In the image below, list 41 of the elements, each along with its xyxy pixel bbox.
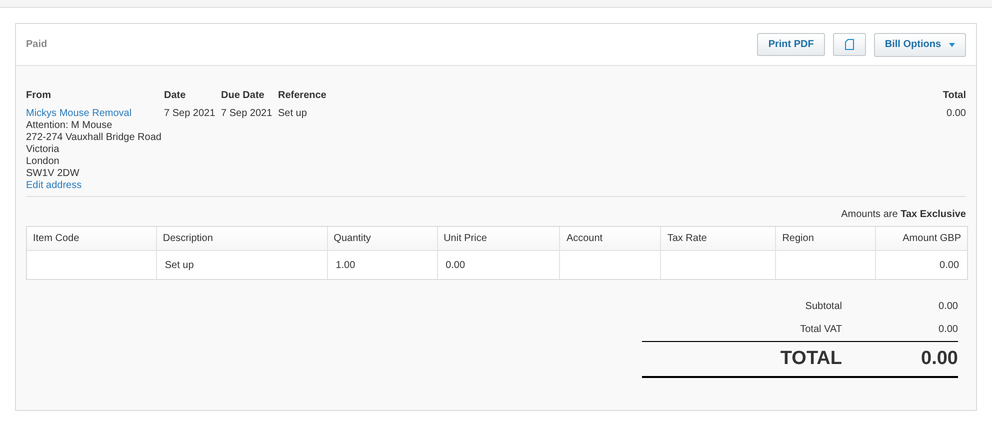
total-vat-value: 0.00 [938, 323, 958, 337]
address-line: Attention: M Mouse [26, 120, 114, 132]
date-value: 7 Sep 2021 [164, 108, 216, 120]
column-header: Description [156, 227, 328, 250]
subtotal-value: 0.00 [938, 300, 958, 314]
column-header: Tax Rate [661, 227, 776, 250]
from-label: From [26, 90, 52, 102]
tax-note: Amounts are Tax Exclusive [841, 208, 966, 222]
print-pdf-button[interactable]: Print PDF [757, 33, 825, 56]
column-header: Amount GBP [902, 232, 962, 246]
bill-options-button[interactable]: Bill Options [874, 32, 966, 56]
address-line: 272-274 Vauxhall Bridge Road [26, 132, 162, 144]
column-header: Account [560, 227, 662, 250]
column-header: Item Code [27, 227, 157, 250]
due-date-value: 7 Sep 2021 [221, 108, 274, 120]
table-cell: Set up [156, 251, 328, 279]
table-cell: 1.00 [328, 251, 438, 279]
address-line: Victoria [26, 144, 60, 156]
address-line: London [26, 156, 60, 168]
column-header: Unit Price [438, 227, 560, 250]
total-label: Total [942, 90, 966, 102]
document-button[interactable] [832, 33, 866, 56]
table-cell-text: 0.00 [938, 258, 960, 272]
document-icon [844, 39, 854, 50]
grand-total-label: TOTAL [779, 346, 842, 371]
reference-label: Reference [278, 90, 326, 102]
due-date-label: Due Date [221, 90, 266, 102]
subtotal-label: Subtotal [804, 300, 842, 314]
status-label: Paid [26, 38, 48, 52]
address-line: SW1V 2DW [26, 168, 80, 180]
total-value: 0.00 [946, 108, 966, 120]
grand-total-value: 0.00 [921, 346, 958, 371]
table-cell: 0.00 [438, 251, 560, 279]
edit-address-link[interactable]: Edit address [26, 180, 164, 192]
date-label: Date [164, 90, 187, 102]
reference-value: Set up [278, 108, 308, 120]
total-vat-label: Total VAT [799, 323, 842, 337]
column-header: Region [776, 227, 876, 250]
column-header: Quantity [328, 227, 438, 250]
caret-icon [949, 42, 955, 46]
supplier-link[interactable]: Mickys Mouse Removal [26, 108, 164, 120]
